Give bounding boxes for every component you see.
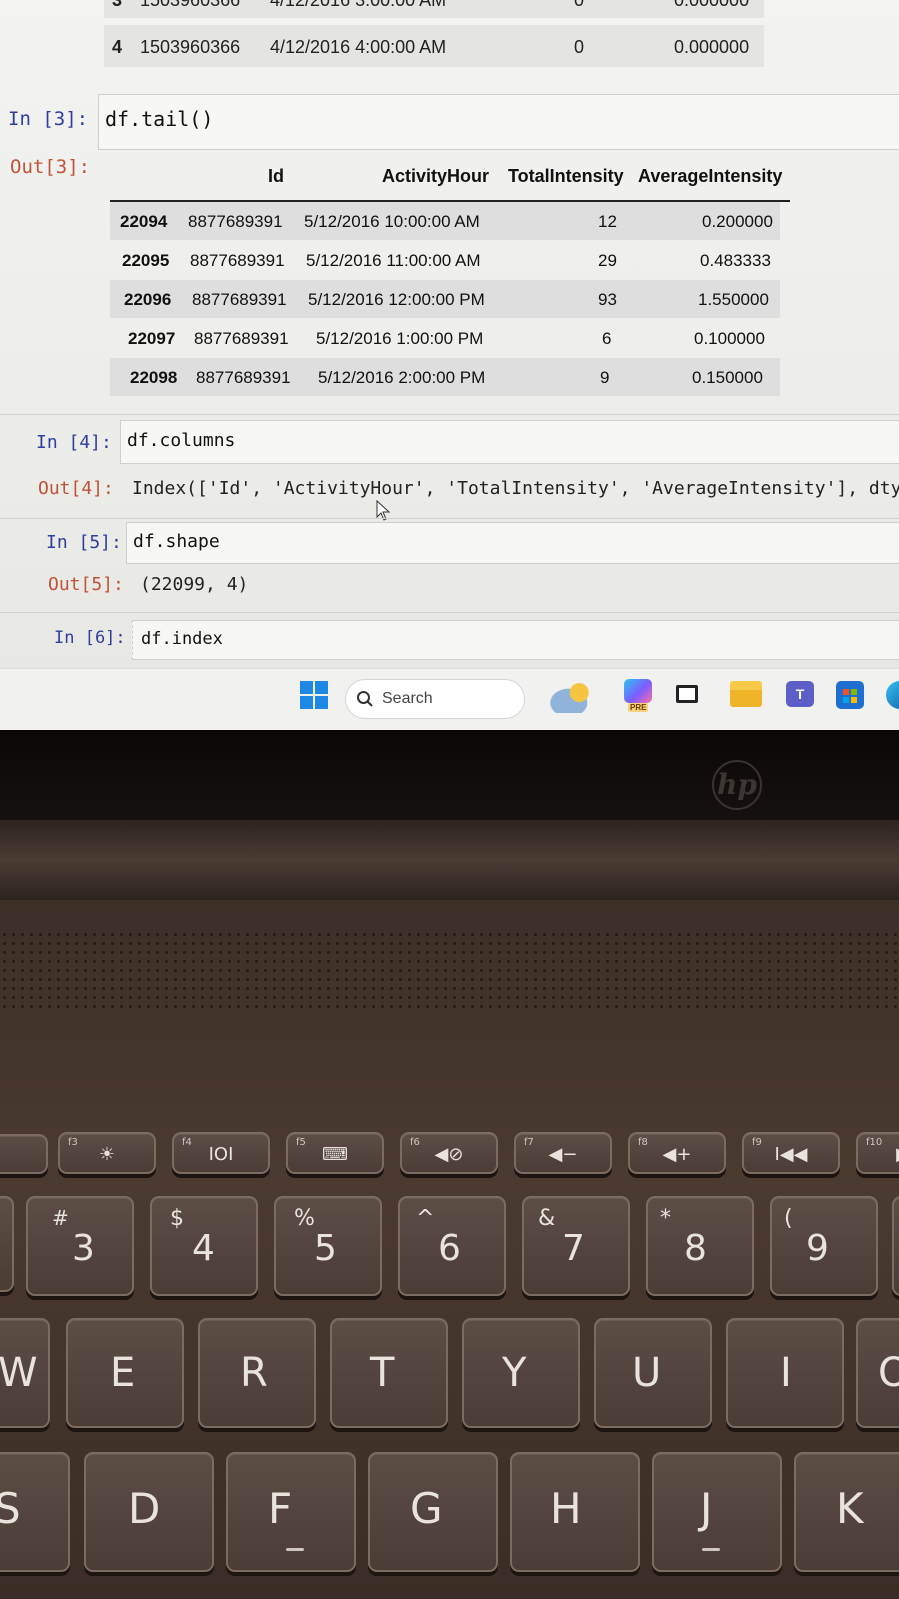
key-6[interactable]: ^ 6 [398, 1196, 506, 1296]
cell-3-in-prompt: In [3]: [8, 108, 89, 130]
key-h[interactable]: H [510, 1452, 640, 1572]
cell-4-out-prompt: Out[4]: [38, 478, 114, 499]
cell-6-in-prompt: In [6]: [54, 628, 126, 648]
teams-icon[interactable]: T [786, 681, 814, 707]
cell-4-output: Index(['Id', 'ActivityHour', 'TotalInten… [132, 478, 899, 499]
column-header-activityhour: ActivityHour [382, 166, 490, 186]
cell-5-in-prompt: In [5]: [46, 532, 122, 553]
screen-bezel: hp [0, 730, 899, 820]
preview-badge: PRE [628, 703, 649, 712]
key-f9[interactable]: f9 I◀◀ [742, 1132, 840, 1174]
weather-widget-icon[interactable] [548, 679, 600, 713]
play-pause-icon: ▶ [858, 1144, 899, 1165]
cell-4-code-input[interactable]: df.columns [120, 420, 899, 464]
key-f6[interactable]: f6 ◀⊘ [400, 1132, 498, 1174]
display-switch-icon: IOI [208, 1144, 234, 1165]
key-f3[interactable]: f3 ☀ [58, 1132, 156, 1174]
mute-icon: ◀⊘ [434, 1144, 464, 1165]
previous-track-icon: I◀◀ [774, 1144, 808, 1165]
laptop-screen: 3 1503960366 4/12/2016 3:00:00 AM 0 0.00… [0, 0, 899, 730]
store-icon[interactable] [836, 681, 864, 709]
table-row: 22097 8877689391 5/12/2016 1:00:00 PM 6 … [128, 329, 765, 348]
speaker-grille [0, 930, 899, 1010]
key-i[interactable]: I [726, 1318, 844, 1428]
table-row: 3 1503960366 4/12/2016 3:00:00 AM 0 0.00… [104, 0, 764, 18]
key-3[interactable]: # 3 [26, 1196, 134, 1296]
column-header-id: Id [268, 166, 284, 186]
cell-divider [0, 612, 899, 613]
key-f2[interactable] [0, 1134, 48, 1174]
key-w[interactable]: W [0, 1318, 50, 1428]
column-header-averageintensity: AverageIntensity [638, 166, 783, 186]
key-7[interactable]: & 7 [522, 1196, 630, 1296]
key-f[interactable]: F [226, 1452, 356, 1572]
key-f7[interactable]: f7 ◀− [514, 1132, 612, 1174]
table-row: 22096 8877689391 5/12/2016 12:00:00 PM 9… [110, 280, 780, 318]
key-8[interactable]: * 8 [646, 1196, 754, 1296]
home-bump [286, 1548, 304, 1551]
key-t[interactable]: T [330, 1318, 448, 1428]
key-9[interactable]: ( 9 [770, 1196, 878, 1296]
key-f4[interactable]: f4 IOI [172, 1132, 270, 1174]
table-row: 22098 8877689391 5/12/2016 2:00:00 PM 9 … [110, 358, 780, 396]
windows-start-icon[interactable] [300, 681, 328, 709]
cell-6-code-input[interactable]: df.index [132, 620, 899, 660]
table-row: 4 1503960366 4/12/2016 4:00:00 AM 0 0.00… [104, 25, 764, 67]
key-5[interactable]: % 5 [274, 1196, 382, 1296]
table-row: 22095 8877689391 5/12/2016 11:00:00 AM 2… [122, 251, 771, 270]
search-placeholder: Search [382, 690, 433, 707]
cell-4-in-prompt: In [4]: [36, 432, 112, 453]
key-f5[interactable]: f5 ⌨ [286, 1132, 384, 1174]
cell-divider [0, 518, 899, 519]
cell-5-code-input[interactable]: df.shape [126, 522, 899, 564]
copilot-icon[interactable] [624, 679, 652, 703]
cell-3-code-input[interactable]: df.tail() [98, 94, 899, 150]
cell-divider [0, 414, 899, 415]
taskbar: Search PRE T [0, 668, 899, 730]
table-row: 22094 8877689391 5/12/2016 10:00:00 AM 1… [110, 202, 780, 240]
laptop-hinge [0, 820, 899, 900]
search-icon [357, 691, 373, 707]
key-j[interactable]: J [652, 1452, 782, 1572]
volume-down-icon: ◀− [548, 1144, 578, 1165]
taskbar-search-box[interactable]: Search [345, 679, 525, 719]
key-0[interactable] [892, 1196, 899, 1296]
key-e[interactable]: E [66, 1318, 184, 1428]
key-g[interactable]: G [368, 1452, 498, 1572]
key-k[interactable]: K [794, 1452, 899, 1572]
file-explorer-icon[interactable] [730, 681, 762, 707]
cell-3-out-prompt: Out[3]: [10, 156, 91, 178]
key-2[interactable] [0, 1196, 14, 1292]
home-bump [702, 1548, 720, 1551]
key-f8[interactable]: f8 ◀+ [628, 1132, 726, 1174]
key-4[interactable]: $ 4 [150, 1196, 258, 1296]
key-u[interactable]: U [594, 1318, 712, 1428]
cell-5-out-prompt: Out[5]: [48, 574, 124, 595]
key-y[interactable]: Y [462, 1318, 580, 1428]
hp-logo: hp [712, 760, 762, 810]
brightness-up-icon: ☀ [98, 1144, 116, 1165]
task-view-icon[interactable] [676, 685, 698, 703]
key-o[interactable]: O [856, 1318, 899, 1428]
volume-up-icon: ◀+ [662, 1144, 692, 1165]
edge-icon[interactable] [886, 681, 899, 709]
cell-5-output: (22099, 4) [140, 574, 249, 595]
column-header-totalintensity: TotalIntensity [508, 166, 624, 186]
keyboard-backlight-icon: ⌨ [322, 1144, 348, 1165]
key-s[interactable]: S [0, 1452, 70, 1572]
key-f10[interactable]: f10 ▶ [856, 1132, 899, 1174]
key-r[interactable]: R [198, 1318, 316, 1428]
key-d[interactable]: D [84, 1452, 214, 1572]
